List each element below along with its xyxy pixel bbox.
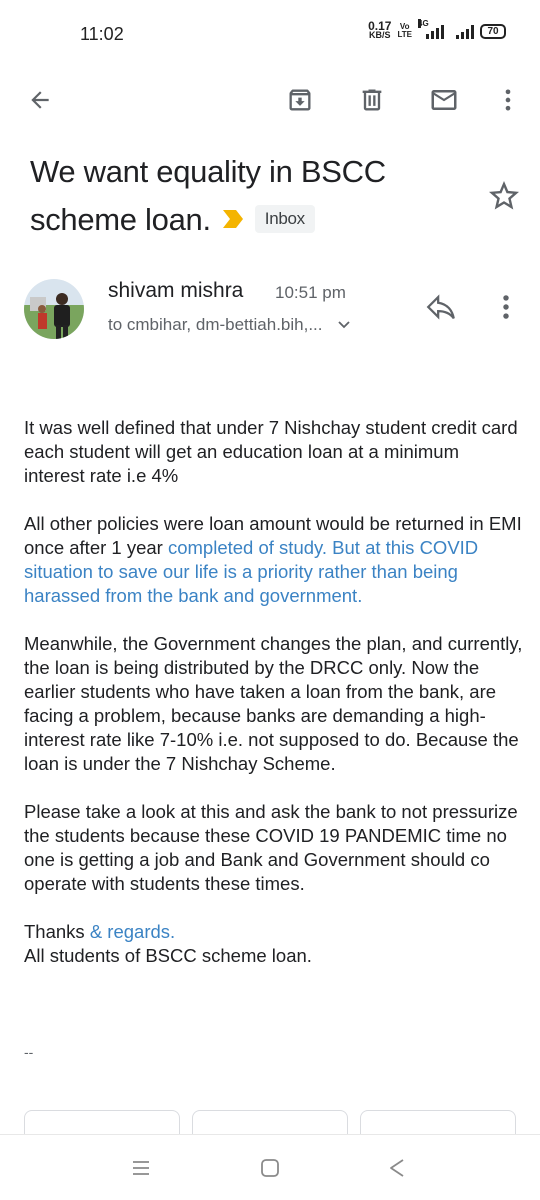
- body-paragraph-3: Meanwhile, the Government changes the pl…: [24, 633, 523, 774]
- reply-icon[interactable]: [424, 290, 464, 326]
- network-type: 4G: [418, 19, 429, 28]
- closing-line: All students of BSCC scheme loan.: [24, 945, 312, 966]
- body-paragraph-4: Please take a look at this and ask the b…: [24, 801, 518, 894]
- regards-link[interactable]: & regards.: [90, 921, 175, 942]
- recipients-toggle[interactable]: to cmbihar, dm-bettiah.bih,...: [108, 315, 351, 335]
- back-arrow-icon[interactable]: [22, 82, 58, 118]
- closing-block: Thanks & regards. All students of BSCC s…: [24, 920, 524, 968]
- message-more-icon[interactable]: [492, 290, 522, 326]
- signal-4g-icon: 4G: [418, 19, 444, 39]
- thanks-line: Thanks & regards.: [24, 920, 524, 944]
- recent-apps-icon[interactable]: [126, 1155, 156, 1181]
- body-paragraph-2: All other policies were loan amount woul…: [24, 512, 524, 608]
- more-vert-icon[interactable]: [490, 82, 526, 118]
- status-indicators: 0.17 KB/S Vo LTE 4G 70: [368, 19, 506, 40]
- back-nav-icon[interactable]: [382, 1155, 412, 1181]
- sender-name: shivam mishra: [108, 279, 244, 302]
- signature-separator: --: [24, 1044, 34, 1060]
- network-speed: 0.17 KB/S: [368, 20, 391, 40]
- mark-unread-icon[interactable]: [426, 82, 462, 118]
- network-speed-unit: KB/S: [369, 30, 391, 40]
- delete-icon[interactable]: [354, 82, 390, 118]
- email-subject: We want equality in BSCC scheme loan. Inb…: [30, 148, 460, 244]
- signal-strength-icon: [456, 23, 474, 39]
- thanks-text: Thanks: [24, 921, 90, 942]
- recipients-text: to cmbihar, dm-bettiah.bih,...: [108, 315, 323, 334]
- subject-text: We want equality in BSCC scheme loan.: [30, 154, 386, 237]
- inbox-label-chip[interactable]: Inbox: [254, 204, 315, 233]
- system-navigation-bar: [0, 1134, 540, 1200]
- archive-icon[interactable]: [282, 82, 318, 118]
- home-icon[interactable]: [255, 1155, 285, 1181]
- sender-avatar[interactable]: [24, 279, 84, 339]
- email-body: It was well defined that under 7 Nishcha…: [24, 416, 524, 968]
- importance-marker-icon[interactable]: [221, 195, 245, 243]
- chevron-down-icon: [337, 321, 350, 329]
- volte-bottom: LTE: [397, 30, 412, 39]
- email-toolbar: [0, 72, 540, 128]
- battery-icon: 70: [480, 23, 506, 39]
- sent-time: 10:51 pm: [275, 283, 346, 302]
- status-time: 11:02: [80, 24, 124, 44]
- body-paragraph-1: It was well defined that under 7 Nishcha…: [24, 417, 518, 486]
- volte-indicator: Vo LTE: [397, 23, 412, 39]
- status-bar: 11:02 0.17 KB/S Vo LTE 4G 70: [0, 0, 540, 66]
- star-icon[interactable]: [486, 178, 522, 214]
